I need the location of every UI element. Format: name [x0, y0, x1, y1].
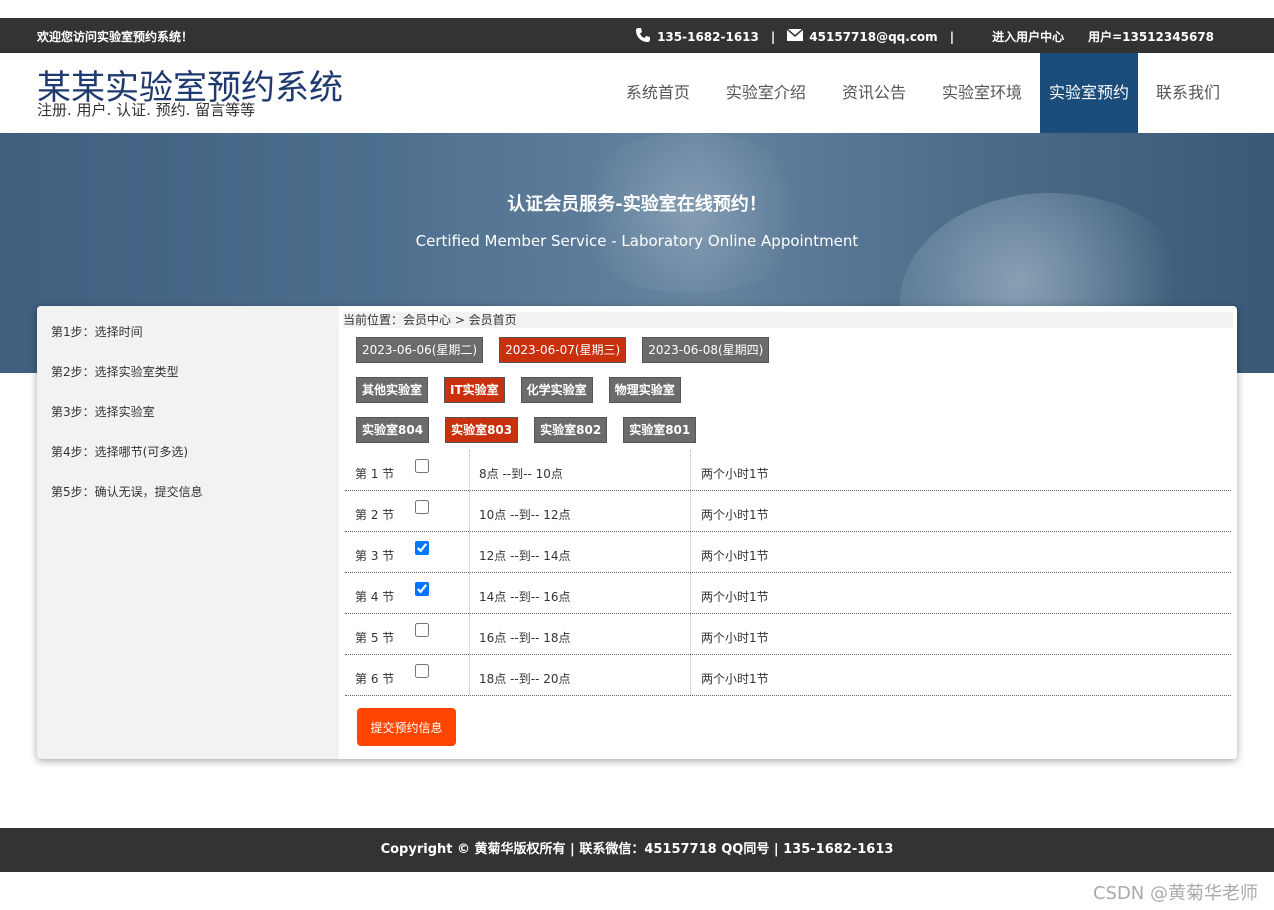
phone-number: 135-1682-1613: [657, 29, 759, 44]
date-option[interactable]: 2023-06-06(星期二): [356, 337, 484, 363]
session-duration: 两个小时1节: [701, 631, 769, 645]
top-contact: 135-1682-1613 | 45157718@qq.com | 进入用户中心…: [635, 27, 1214, 46]
session-duration: 两个小时1节: [701, 508, 769, 522]
session-duration: 两个小时1节: [701, 590, 769, 604]
nav-item-news[interactable]: 资讯公告: [824, 53, 924, 133]
site-subtitle: 注册. 用户. 认证. 预约. 留言等等: [37, 101, 256, 119]
submit-booking-button[interactable]: 提交预约信息: [357, 708, 456, 746]
nav-item-contact[interactable]: 联系我们: [1138, 53, 1238, 133]
session-time: 14点 --到-- 16点: [479, 590, 571, 604]
session-row: 第 1 节 8点 --到-- 10点 两个小时1节: [345, 450, 1231, 491]
lab-type-selector: 其他实验室 IT实验室 化学实验室 物理实验室: [356, 377, 697, 403]
session-duration: 两个小时1节: [701, 467, 769, 481]
session-name: 第 4 节: [355, 590, 395, 604]
session-duration: 两个小时1节: [701, 549, 769, 563]
date-option[interactable]: 2023-06-07(星期三): [499, 337, 627, 363]
date-selector: 2023-06-06(星期二) 2023-06-07(星期三) 2023-06-…: [356, 337, 785, 363]
step-3: 第3步：选择实验室: [51, 405, 155, 419]
session-checkbox[interactable]: [415, 623, 429, 637]
banner-title: 认证会员服务-实验室在线预约！: [507, 194, 767, 215]
session-checkbox[interactable]: [415, 582, 429, 596]
watermark: CSDN @黄菊华老师: [1092, 883, 1258, 904]
separator: |: [949, 29, 955, 44]
top-bar: 欢迎您访问实验室预约系统！ 135-1682-1613 | 45157718@q…: [0, 18, 1274, 53]
session-time: 8点 --到-- 10点: [479, 467, 563, 481]
lab-type-option[interactable]: 其他实验室: [356, 377, 429, 403]
nav-item-lab-booking[interactable]: 实验室预约: [1039, 53, 1138, 133]
nav-item-home[interactable]: 系统首页: [608, 53, 708, 133]
lab-option[interactable]: 实验室803: [445, 417, 519, 443]
lab-type-option[interactable]: 化学实验室: [520, 377, 593, 403]
breadcrumb: 当前位置：会员中心 > 会员首页: [343, 312, 1233, 328]
session-time: 16点 --到-- 18点: [479, 631, 571, 645]
email-address: 45157718@qq.com: [809, 29, 938, 44]
lab-type-option[interactable]: IT实验室: [444, 377, 505, 403]
step-5: 第5步：确认无误，提交信息: [51, 485, 203, 499]
booking-main: 当前位置：会员中心 > 会员首页 2023-06-06(星期二) 2023-06…: [339, 306, 1237, 759]
lab-option[interactable]: 实验室804: [356, 417, 430, 443]
session-row: 第 6 节 18点 --到-- 20点 两个小时1节: [345, 655, 1231, 696]
session-duration: 两个小时1节: [701, 672, 769, 686]
session-name: 第 1 节: [355, 467, 395, 481]
session-checkbox[interactable]: [415, 500, 429, 514]
separator: |: [770, 29, 776, 44]
session-time: 12点 --到-- 14点: [479, 549, 571, 563]
banner-subtitle: Certified Member Service - Laboratory On…: [415, 232, 859, 250]
session-row: 第 2 节 10点 --到-- 12点 两个小时1节: [345, 491, 1231, 532]
session-name: 第 3 节: [355, 549, 395, 563]
step-1: 第1步：选择时间: [51, 325, 143, 339]
footer: Copyright © 黄菊华版权所有 | 联系微信：45157718 QQ同号…: [0, 828, 1274, 872]
session-checkbox[interactable]: [415, 541, 429, 555]
lab-type-option[interactable]: 物理实验室: [608, 377, 681, 403]
mail-icon: [786, 28, 804, 44]
steps-sidebar: 第1步：选择时间 第2步：选择实验室类型 第3步：选择实验室 第4步：选择哪节(…: [37, 306, 339, 759]
welcome-text: 欢迎您访问实验室预约系统！: [37, 30, 194, 44]
step-2: 第2步：选择实验室类型: [51, 365, 179, 379]
nav-item-lab-environment[interactable]: 实验室环境: [924, 53, 1040, 133]
user-center-link[interactable]: 进入用户中心: [992, 28, 1064, 45]
header: 某某实验室预约系统 注册. 用户. 认证. 预约. 留言等等 系统首页 实验室介…: [0, 53, 1274, 133]
session-row: 第 3 节 12点 --到-- 14点 两个小时1节: [345, 532, 1231, 573]
date-option[interactable]: 2023-06-08(星期四): [642, 337, 770, 363]
main-nav: 系统首页 实验室介绍 资讯公告 实验室环境 实验室预约 联系我们: [608, 53, 1238, 133]
session-row: 第 5 节 16点 --到-- 18点 两个小时1节: [345, 614, 1231, 655]
session-name: 第 5 节: [355, 631, 395, 645]
session-time: 10点 --到-- 12点: [479, 508, 571, 522]
lab-option[interactable]: 实验室801: [623, 417, 697, 443]
booking-panel: 第1步：选择时间 第2步：选择实验室类型 第3步：选择实验室 第4步：选择哪节(…: [37, 306, 1237, 759]
lab-selector: 实验室804 实验室803 实验室802 实验室801: [356, 417, 712, 443]
session-time: 18点 --到-- 20点: [479, 672, 571, 686]
phone-icon: [635, 27, 651, 46]
lab-option[interactable]: 实验室802: [534, 417, 608, 443]
session-row: 第 4 节 14点 --到-- 16点 两个小时1节: [345, 573, 1231, 614]
session-name: 第 6 节: [355, 672, 395, 686]
session-name: 第 2 节: [355, 508, 395, 522]
session-checkbox[interactable]: [415, 459, 429, 473]
nav-item-lab-intro[interactable]: 实验室介绍: [708, 53, 824, 133]
step-4: 第4步：选择哪节(可多选): [51, 445, 188, 459]
session-checkbox[interactable]: [415, 664, 429, 678]
current-user: 用户=13512345678: [1088, 30, 1214, 44]
